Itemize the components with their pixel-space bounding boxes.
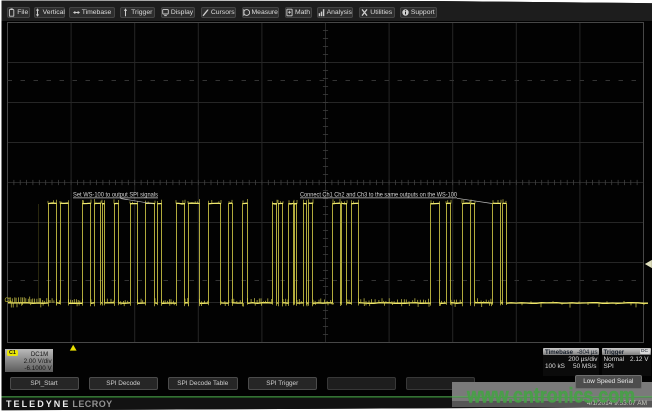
svg-text:www.cntronics.com: www.cntronics.com: [466, 385, 635, 408]
